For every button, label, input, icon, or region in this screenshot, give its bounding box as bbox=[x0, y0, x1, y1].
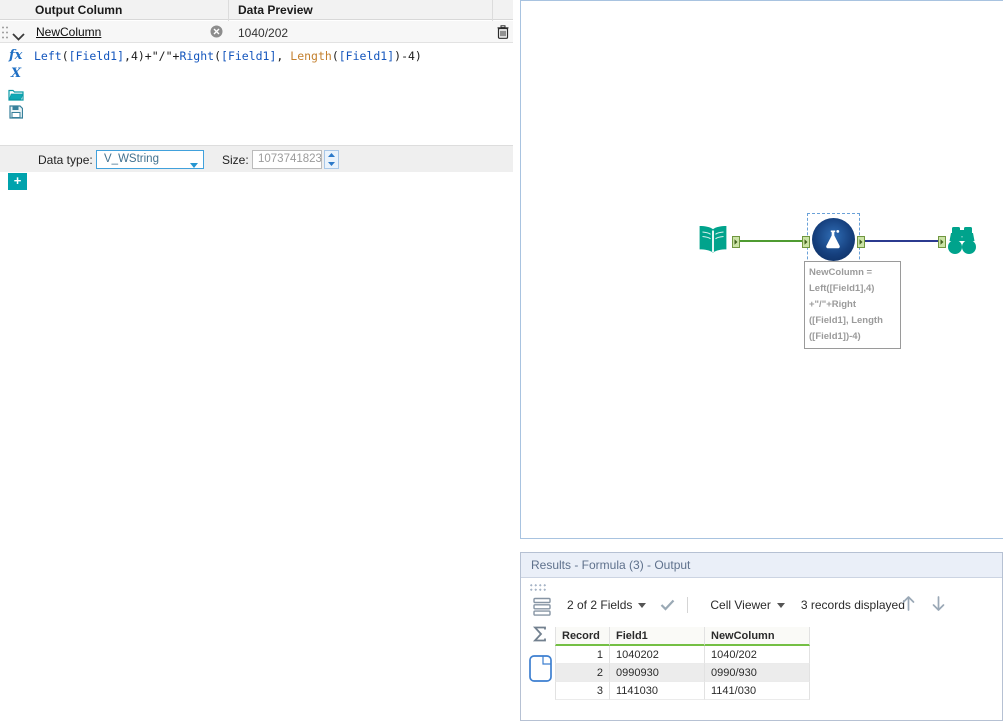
table-cell[interactable]: 0990/930 bbox=[705, 664, 810, 682]
variables-icon[interactable]: X bbox=[11, 66, 21, 81]
table-cell[interactable]: 1040202 bbox=[610, 646, 705, 664]
table-cell[interactable]: 0990930 bbox=[610, 664, 705, 682]
input-data-tool[interactable] bbox=[695, 223, 731, 259]
chevron-down-icon[interactable] bbox=[776, 602, 785, 608]
data-view-icon[interactable] bbox=[529, 655, 552, 687]
chevron-down-icon[interactable] bbox=[638, 602, 647, 608]
column-header[interactable]: NewColumn bbox=[705, 627, 810, 646]
tool-annotation[interactable]: NewColumn = Left([Field1],4) +"/"+Right … bbox=[804, 261, 901, 349]
chevron-down-icon bbox=[190, 157, 198, 174]
alteryx-designer: Output Column Data Preview NewColumn 104… bbox=[0, 0, 1003, 721]
up-arrow-icon[interactable] bbox=[901, 595, 916, 617]
data-type-select[interactable]: V_WString bbox=[96, 150, 204, 169]
binoculars-icon bbox=[948, 227, 976, 254]
column-header[interactable]: Record bbox=[555, 627, 610, 646]
annotation-line: NewColumn = bbox=[809, 267, 873, 278]
table-row: 3 1141030 1141/030 bbox=[555, 682, 810, 700]
connection-input-to-formula[interactable] bbox=[740, 240, 803, 242]
connection-formula-to-browse[interactable] bbox=[865, 240, 938, 242]
table-row: 1 1040202 1040/202 bbox=[555, 646, 810, 664]
results-splitter[interactable] bbox=[520, 539, 1003, 552]
table-row: 2 0990930 0990/930 bbox=[555, 664, 810, 682]
output-column-name-input[interactable]: NewColumn bbox=[36, 25, 101, 39]
workflow-canvas[interactable]: NewColumn = Left([Field1],4) +"/"+Right … bbox=[520, 0, 1003, 539]
size-stepper bbox=[324, 150, 339, 169]
clear-icon[interactable] bbox=[210, 25, 223, 38]
spinner-down-icon[interactable] bbox=[325, 160, 338, 169]
panel-splitter[interactable] bbox=[513, 0, 520, 721]
annotation-line: ([Field1])-4) bbox=[809, 331, 861, 342]
formula-config-panel: Output Column Data Preview NewColumn 104… bbox=[0, 0, 513, 721]
table-cell[interactable]: 1141030 bbox=[610, 682, 705, 700]
row-drag-handle[interactable] bbox=[1, 25, 9, 40]
book-icon bbox=[699, 226, 727, 253]
functions-icon[interactable]: fx bbox=[9, 48, 22, 63]
open-expression-icon[interactable] bbox=[8, 88, 24, 106]
toolbar-separator bbox=[687, 597, 689, 613]
down-arrow-icon[interactable] bbox=[931, 595, 946, 617]
config-grid-header: Output Column Data Preview bbox=[0, 0, 513, 20]
size-value: 1073741823 bbox=[258, 153, 322, 165]
record-number[interactable]: 3 bbox=[555, 682, 610, 700]
records-count: 3 records displayed bbox=[800, 598, 905, 612]
formula-tool[interactable] bbox=[812, 218, 855, 261]
column-header[interactable]: Field1 bbox=[610, 627, 705, 646]
data-preview-header: Data Preview bbox=[238, 3, 313, 17]
results-table: Record Field1 NewColumn 1 1040202 1040/2… bbox=[555, 627, 810, 700]
data-preview-value: 1040/202 bbox=[238, 26, 289, 40]
output-column-header: Output Column bbox=[35, 3, 123, 17]
table-header-row: Record Field1 NewColumn bbox=[555, 627, 810, 646]
cell-viewer-dropdown[interactable]: Cell Viewer bbox=[710, 598, 770, 612]
metadata-view-icon[interactable] bbox=[532, 625, 548, 648]
formula-expression[interactable]: Left([Field1],4)+"/"+Right([Field1], Len… bbox=[34, 49, 422, 63]
results-title: Results - Formula (3) - Output bbox=[521, 553, 1002, 578]
browse-tool[interactable] bbox=[945, 223, 979, 259]
spinner-up-icon[interactable] bbox=[325, 151, 338, 160]
results-panel: Results - Formula (3) - Output 2 of 2 Fi… bbox=[520, 552, 1003, 721]
annotation-line: +"/"+Right bbox=[809, 299, 857, 310]
table-cell[interactable]: 1040/202 bbox=[705, 646, 810, 664]
table-cell[interactable]: 1141/030 bbox=[705, 682, 810, 700]
size-label: Size: bbox=[222, 153, 249, 167]
data-type-label: Data type: bbox=[38, 153, 93, 167]
results-drag-handle[interactable] bbox=[529, 583, 547, 593]
output-anchor[interactable] bbox=[857, 235, 865, 248]
table-tools-icon[interactable] bbox=[533, 597, 551, 622]
data-type-value: V_WString bbox=[104, 153, 159, 165]
trash-icon[interactable] bbox=[497, 25, 509, 44]
datatype-bar: Data type: V_WString Size: 1073741823 bbox=[0, 145, 513, 172]
save-expression-icon[interactable] bbox=[9, 105, 24, 124]
input-anchor[interactable] bbox=[802, 235, 810, 248]
check-icon[interactable] bbox=[660, 599, 675, 611]
record-number[interactable]: 2 bbox=[555, 664, 610, 682]
add-column-button[interactable]: + bbox=[8, 173, 27, 190]
record-number[interactable]: 1 bbox=[555, 646, 610, 664]
output-column-row[interactable]: NewColumn 1040/202 bbox=[0, 21, 513, 43]
flask-icon bbox=[826, 230, 840, 249]
fields-filter-dropdown[interactable]: 2 of 2 Fields bbox=[567, 598, 632, 612]
output-anchor[interactable] bbox=[732, 235, 740, 248]
annotation-line: Left([Field1],4) bbox=[809, 283, 875, 294]
size-input[interactable]: 1073741823 bbox=[252, 150, 322, 169]
annotation-line: ([Field1], Length bbox=[809, 315, 883, 326]
results-toolbar: 2 of 2 Fields Cell Viewer 3 records disp… bbox=[557, 591, 905, 619]
